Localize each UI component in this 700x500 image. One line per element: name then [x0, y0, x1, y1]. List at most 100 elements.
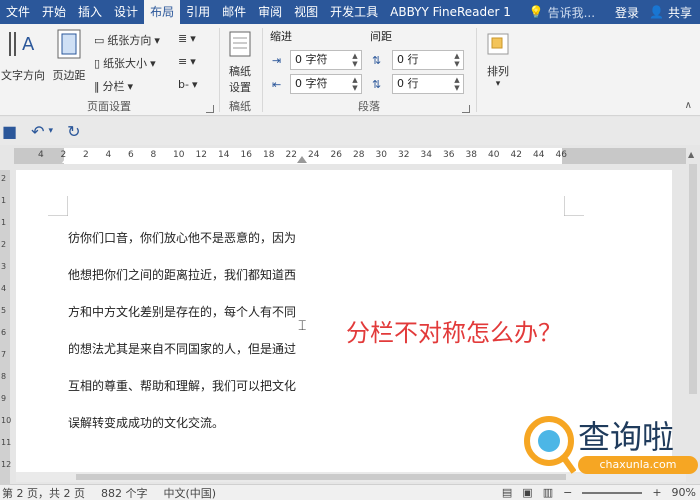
size-label: 纸张大小: [103, 57, 148, 70]
tell-me-text: 告诉我...: [547, 5, 596, 20]
text-direction-button[interactable]: A 文字方向: [0, 28, 46, 83]
tab-home[interactable]: 开始: [36, 0, 72, 24]
doc-line: 误解转变成成功的文化交流。: [68, 416, 225, 430]
chevron-down-icon: ▾: [495, 79, 501, 89]
zoom-level[interactable]: 90%: [672, 486, 696, 499]
tab-layout[interactable]: 布局: [144, 0, 181, 24]
line-numbers-button[interactable]: ≡ ▾: [178, 55, 196, 68]
undo-icon[interactable]: ↶: [31, 122, 44, 141]
tab-view[interactable]: 视图: [288, 0, 324, 24]
status-bar: 第 2 页，共 2 页 882 个字 中文(中国) ▤ ▣ ▥ − + 90%: [0, 484, 700, 500]
orientation-button[interactable]: ▭ 纸张方向 ▾: [94, 32, 160, 48]
indent-right-input[interactable]: 0 字符 ▲ ▼: [290, 74, 362, 94]
save-icon[interactable]: ■: [2, 122, 17, 141]
spin-arrows-icon[interactable]: ▲ ▼: [350, 52, 360, 68]
spin-arrows-icon[interactable]: ▲ ▼: [452, 52, 462, 68]
ruler-number: 26: [330, 150, 342, 160]
arrange-icon: [487, 33, 509, 55]
ruler-number: 14: [218, 150, 230, 160]
draft-setting-button[interactable]: 稿纸 设置: [222, 30, 258, 95]
text-direction-icon: A: [9, 32, 35, 56]
spin-arrows-icon[interactable]: ▲ ▼: [350, 76, 360, 92]
margins-button[interactable]: 页边距: [48, 28, 90, 83]
indent-left-input[interactable]: 0 字符 ▲ ▼: [290, 50, 362, 70]
tab-review[interactable]: 审阅: [252, 0, 288, 24]
tab-references[interactable]: 引用: [180, 0, 216, 24]
ruler-number: 12: [195, 150, 207, 160]
tab-abbyy[interactable]: ABBYY FineReader 1: [384, 0, 517, 24]
spacing-after-input[interactable]: 0 行 ▲ ▼: [392, 74, 464, 94]
scroll-up-icon[interactable]: ▲: [688, 150, 694, 159]
print-layout-icon[interactable]: ▣: [522, 486, 532, 499]
word-count[interactable]: 882 个字: [101, 485, 148, 500]
ribbon-separator: [476, 28, 477, 112]
ruler-number: 16: [240, 150, 252, 160]
vertical-ruler[interactable]: 2 1 1 2 3 4 5 6 7 8 9 10 11 12: [0, 170, 12, 490]
tab-developer[interactable]: 开发工具: [324, 0, 384, 24]
zoom-in-icon[interactable]: +: [652, 486, 661, 499]
ruler-number: 32: [398, 150, 410, 160]
ruler-margin-right: [562, 148, 686, 164]
ruler-number: 8: [150, 150, 157, 160]
size-button[interactable]: ▯ 纸张大小 ▾: [94, 55, 156, 71]
ruler-number: 24: [308, 150, 320, 160]
margins-label: 页边距: [52, 69, 86, 82]
scrollbar-thumb[interactable]: [76, 474, 566, 480]
chevron-down-icon[interactable]: ▾: [49, 126, 54, 136]
spin-arrows-icon[interactable]: ▲ ▼: [452, 76, 462, 92]
web-layout-icon[interactable]: ▥: [543, 486, 553, 499]
chevron-down-icon: ▾: [150, 56, 156, 70]
line-numbers-icon: ≡: [178, 55, 188, 68]
draft-setting-line2: 设置: [229, 81, 251, 94]
breaks-button[interactable]: ≣ ▾: [178, 32, 196, 45]
vruler-number: 6: [1, 328, 7, 337]
right-indent-marker[interactable]: [297, 156, 307, 163]
chevron-down-icon: ▾: [190, 55, 196, 68]
tab-insert[interactable]: 插入: [72, 0, 108, 24]
draft-paper-icon: [229, 31, 251, 57]
ruler-number: 4: [105, 150, 112, 160]
page-setup-launcher[interactable]: [206, 105, 214, 113]
draft-setting-line1: 稿纸: [229, 65, 251, 78]
indent-right-icon: ⇤: [272, 78, 282, 91]
columns-button[interactable]: ‖ 分栏 ▾: [94, 78, 133, 94]
tab-file[interactable]: 文件: [0, 0, 36, 24]
first-line-indent-marker[interactable]: [62, 156, 72, 163]
orientation-label: 纸张方向: [107, 34, 152, 47]
tab-design[interactable]: 设计: [108, 0, 144, 24]
scrollbar-thumb[interactable]: [689, 164, 697, 394]
person-icon: 👤: [649, 5, 664, 19]
collapse-ribbon-icon[interactable]: ∧: [685, 100, 692, 111]
vruler-number: 11: [1, 438, 12, 447]
read-mode-icon[interactable]: ▤: [502, 486, 512, 499]
text-cursor-icon: ⌶: [298, 318, 307, 334]
horizontal-ruler[interactable]: 4 2 2 4 6 8 10 12 14 16 18 22 24 26 28 30 32 34 36 38 40 42 44…: [14, 148, 686, 164]
text-direction-label: 文字方向: [1, 69, 45, 82]
indent-left-value: 0 字符: [295, 53, 328, 66]
tell-me-box[interactable]: 💡 告诉我...: [529, 4, 605, 21]
share-button[interactable]: 👤 共享: [649, 4, 700, 21]
redo-icon[interactable]: ↻: [67, 122, 80, 141]
page-count[interactable]: 第 2 页，共 2 页: [2, 485, 85, 500]
columns-label: 分栏: [102, 80, 125, 93]
zoom-out-icon[interactable]: −: [563, 486, 572, 499]
arrange-button[interactable]: 排列 ▾: [480, 30, 516, 89]
ruler-number: 36: [443, 150, 455, 160]
spacing-before-input[interactable]: 0 行 ▲ ▼: [392, 50, 464, 70]
ruler-number: 38: [465, 150, 477, 160]
hyphenation-button[interactable]: b‐ ▾: [178, 78, 197, 91]
vruler-number: 12: [1, 460, 12, 469]
zoom-slider[interactable]: [582, 491, 643, 494]
vruler-number: 7: [1, 350, 7, 359]
login-button[interactable]: 登录: [605, 4, 649, 21]
document-column[interactable]: 彷你们口音，你们放心他不是恶意的，因为 他想把你们之间的距离拉近，我们都知道西 …: [68, 230, 308, 452]
doc-line: 方和中方文化差别是存在的，每个人有不同: [68, 305, 297, 319]
indent-title: 缩进: [270, 30, 292, 43]
paragraph-launcher[interactable]: [462, 105, 470, 113]
chevron-down-icon: ▾: [154, 33, 160, 47]
ruler-number: 10: [173, 150, 185, 160]
tab-mailings[interactable]: 邮件: [216, 0, 252, 24]
language[interactable]: 中文(中国): [163, 485, 216, 500]
hyphenation-icon: b‐: [178, 78, 189, 91]
spacing-before-icon: ⇅: [372, 54, 382, 67]
